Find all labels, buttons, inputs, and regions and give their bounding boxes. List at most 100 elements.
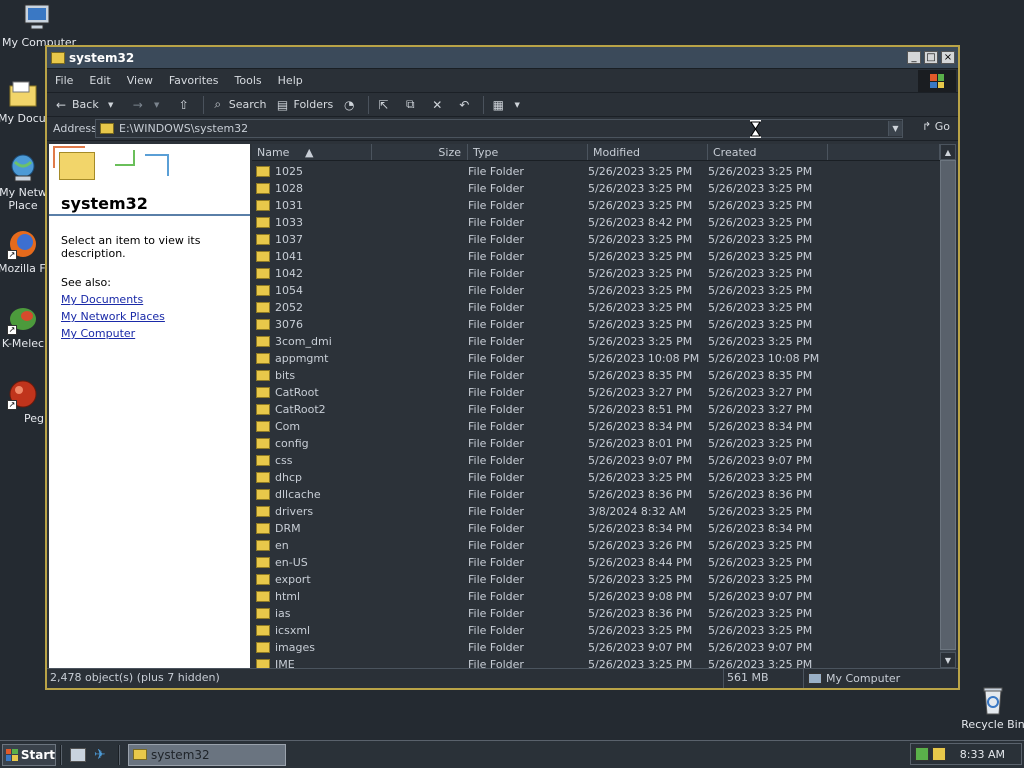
file-row[interactable]: en-US File Folder 5/26/2023 8:44 PM 5/26/20… [252, 554, 940, 571]
file-row[interactable]: 1031 File Folder 5/26/2023 3:25 PM 5/26/202… [252, 197, 940, 214]
file-created-cell: 5/26/2023 3:25 PM [708, 335, 813, 348]
folder-icon [256, 540, 270, 551]
file-row[interactable]: 1037 File Folder 5/26/2023 3:25 PM 5/26/202… [252, 231, 940, 248]
file-row[interactable]: 2052 File Folder 5/26/2023 3:25 PM 5/26/202… [252, 299, 940, 316]
file-type-cell: File Folder [468, 335, 524, 348]
file-row[interactable]: 3076 File Folder 5/26/2023 3:25 PM 5/26/202… [252, 316, 940, 333]
address-dropdown-button[interactable]: ▼ [888, 121, 902, 136]
go-button[interactable]: ↱ Go [922, 120, 950, 133]
start-button[interactable]: Start [2, 743, 56, 766]
menu-file[interactable]: File [47, 74, 81, 87]
move-to-button[interactable]: ⇱ [375, 98, 394, 112]
volume-tray-icon[interactable] [932, 747, 946, 761]
file-name-cell: 1028 [252, 182, 468, 195]
file-created-cell: 5/26/2023 3:25 PM [708, 199, 813, 212]
column-header-modified[interactable]: Modified [588, 144, 708, 160]
back-button[interactable]: ← Back ▼ [53, 98, 122, 112]
folder-icon [256, 234, 270, 245]
system-tray: 8:33 AM [910, 743, 1022, 765]
file-row[interactable]: CatRoot2 File Folder 5/26/2023 8:51 PM 5/26… [252, 401, 940, 418]
file-row[interactable]: 1025 File Folder 5/26/2023 3:25 PM 5/26/202… [252, 163, 940, 180]
up-folder-button[interactable]: ⇧ [176, 98, 195, 112]
file-name-cell: drivers [252, 505, 468, 518]
file-row[interactable]: icsxml File Folder 5/26/2023 3:25 PM 5/26/2… [252, 622, 940, 639]
show-desktop-icon[interactable] [70, 747, 86, 762]
scroll-up-button[interactable]: ▲ [940, 144, 956, 160]
messenger-icon[interactable]: ✈ [94, 748, 110, 762]
desktop-icon-my-documents[interactable]: My Documents [0, 78, 48, 125]
delete-button[interactable]: ✕ [429, 98, 448, 112]
forward-button[interactable]: → ▼ [130, 98, 168, 112]
windows-logo-icon [6, 748, 18, 761]
file-row[interactable]: ias File Folder 5/26/2023 8:36 PM 5/26/2023… [252, 605, 940, 622]
address-input[interactable]: E:\WINDOWS\system32 ▼ [95, 119, 903, 138]
desktop-icon-label: My Netw Place [0, 186, 47, 212]
file-row[interactable]: 1033 File Folder 5/26/2023 8:42 PM 5/26/202… [252, 214, 940, 231]
menu-help[interactable]: Help [270, 74, 311, 87]
file-row[interactable]: en File Folder 5/26/2023 3:26 PM 5/26/2023 … [252, 537, 940, 554]
file-row[interactable]: Com File Folder 5/26/2023 8:34 PM 5/26/2023… [252, 418, 940, 435]
file-row[interactable]: 1054 File Folder 5/26/2023 3:25 PM 5/26/202… [252, 282, 940, 299]
file-row[interactable]: 1042 File Folder 5/26/2023 3:25 PM 5/26/202… [252, 265, 940, 282]
link-my-documents[interactable]: My Documents [61, 293, 250, 306]
menu-tools[interactable]: Tools [227, 74, 270, 87]
file-row[interactable]: IME File Folder 5/26/2023 3:25 PM 5/26/2023… [252, 656, 940, 668]
menu-edit[interactable]: Edit [81, 74, 118, 87]
file-row[interactable]: css File Folder 5/26/2023 9:07 PM 5/26/2023… [252, 452, 940, 469]
file-row[interactable]: dllcache File Folder 5/26/2023 8:36 PM 5/26… [252, 486, 940, 503]
minimize-button[interactable]: _ [907, 51, 921, 64]
file-created-cell: 5/26/2023 3:25 PM [708, 165, 813, 178]
file-name-cell: 1031 [252, 199, 468, 212]
file-row[interactable]: export File Folder 5/26/2023 3:25 PM 5/26/2… [252, 571, 940, 588]
column-header-size[interactable]: Size [372, 144, 468, 160]
file-name-cell: 1041 [252, 250, 468, 263]
search-button[interactable]: ⌕ Search [210, 97, 266, 112]
file-name-cell: en-US [252, 556, 468, 569]
file-row[interactable]: appmgmt File Folder 5/26/2023 10:08 PM 5/26… [252, 350, 940, 367]
file-row[interactable]: images File Folder 5/26/2023 9:07 PM 5/26/2… [252, 639, 940, 656]
menu-favorites[interactable]: Favorites [161, 74, 227, 87]
file-row[interactable]: drivers File Folder 3/8/2024 8:32 AM 5/26/2… [252, 503, 940, 520]
desktop-icon-mozilla-firefox[interactable]: ↗ Mozilla Fi [0, 228, 48, 275]
vertical-scrollbar[interactable]: ▲ ▼ [940, 144, 956, 668]
file-name-cell: 1025 [252, 165, 468, 178]
copy-to-button[interactable]: ⧉ [402, 97, 421, 112]
column-header-type[interactable]: Type [468, 144, 588, 160]
desktop-icon-my-network-places[interactable]: My Netw Place [0, 152, 48, 212]
undo-button[interactable]: ↶ [456, 98, 475, 112]
taskbar-separator [118, 744, 120, 765]
close-button[interactable]: × [941, 51, 955, 64]
file-row[interactable]: config File Folder 5/26/2023 8:01 PM 5/26/2… [252, 435, 940, 452]
file-row[interactable]: DRM File Folder 5/26/2023 8:34 PM 5/26/2023… [252, 520, 940, 537]
desktop-icon-k-meleon[interactable]: ↗ K-Melec [0, 303, 48, 350]
file-row[interactable]: 1041 File Folder 5/26/2023 3:25 PM 5/26/202… [252, 248, 940, 265]
file-name-cell: 3076 [252, 318, 468, 331]
file-row[interactable]: bits File Folder 5/26/2023 8:35 PM 5/26/202… [252, 367, 940, 384]
clock[interactable]: 8:33 AM [960, 748, 1005, 761]
file-row[interactable]: html File Folder 5/26/2023 9:08 PM 5/26/202… [252, 588, 940, 605]
history-button[interactable]: ◔ [341, 98, 360, 112]
file-row[interactable]: CatRoot File Folder 5/26/2023 3:27 PM 5/26/… [252, 384, 940, 401]
desktop-icon-pegasus[interactable]: ↗ Peg [0, 378, 48, 425]
folder-icon [256, 200, 270, 211]
views-button[interactable]: ▦ ▼ [490, 98, 528, 112]
scroll-thumb[interactable] [940, 160, 956, 650]
title-bar[interactable]: system32 _ □ × [47, 47, 958, 69]
network-tray-icon[interactable] [915, 747, 929, 761]
column-header-name[interactable]: Name ▲ [252, 144, 372, 160]
desktop-icon-my-computer[interactable]: My Computer [2, 2, 76, 49]
link-my-computer[interactable]: My Computer [61, 327, 250, 340]
maximize-button[interactable]: □ [924, 51, 938, 64]
file-row[interactable]: 1028 File Folder 5/26/2023 3:25 PM 5/26/202… [252, 180, 940, 197]
menu-view[interactable]: View [119, 74, 161, 87]
file-row[interactable]: dhcp File Folder 5/26/2023 3:25 PM 5/26/202… [252, 469, 940, 486]
taskbar-item-system32[interactable]: system32 [128, 743, 286, 766]
folders-button[interactable]: ▤ Folders [275, 98, 333, 112]
see-also-label: See also: [61, 276, 111, 289]
file-name-cell: 3com_dmi [252, 335, 468, 348]
file-row[interactable]: 3com_dmi File Folder 5/26/2023 3:25 PM 5/26… [252, 333, 940, 350]
scroll-down-button[interactable]: ▼ [940, 652, 956, 668]
column-header-created[interactable]: Created [708, 144, 828, 160]
link-my-network-places[interactable]: My Network Places [61, 310, 250, 323]
desktop-icon-recycle-bin[interactable]: Recycle Bin [958, 684, 1024, 731]
